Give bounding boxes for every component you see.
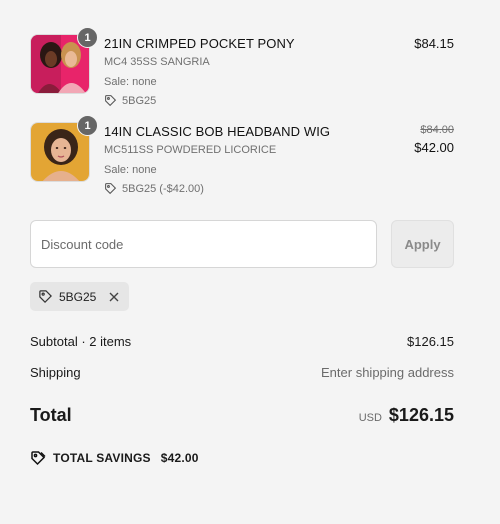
quantity-badge: 1 bbox=[77, 115, 98, 136]
savings-label: TOTAL SAVINGS bbox=[53, 451, 151, 465]
sale-info: Sale: none bbox=[104, 164, 157, 176]
product-name: 14IN CLASSIC BOB HEADBAND WIG bbox=[104, 124, 331, 139]
shipping-label: Shipping bbox=[30, 365, 81, 380]
tag-icon bbox=[39, 290, 52, 303]
applied-discount-line: 5BG25 (-$42.00) bbox=[104, 182, 330, 195]
applied-code-chip: 5BG25 bbox=[30, 282, 129, 311]
total-row: Total USD $126.15 bbox=[30, 405, 454, 426]
cart-item: 1 14IN CLASSIC BOB HEADBAND WIG MC511SS … bbox=[30, 115, 454, 198]
product-name: 21IN CRIMPED POCKET PONY bbox=[104, 36, 295, 51]
sale-info: Sale: none bbox=[104, 76, 157, 88]
close-icon[interactable] bbox=[108, 291, 120, 303]
savings-value: $42.00 bbox=[160, 451, 199, 465]
tag-icon bbox=[105, 95, 117, 107]
discount-code-text: 5BG25 (-$42.00) bbox=[122, 182, 204, 195]
currency-code: USD bbox=[358, 412, 382, 424]
product-variant: MC4 35SS SANGRIA bbox=[104, 56, 210, 68]
tag-icon bbox=[105, 183, 117, 195]
subtotal-label: Subtotal · 2 items bbox=[30, 334, 132, 349]
item-price: $42.00 bbox=[414, 140, 454, 155]
item-price: $84.15 bbox=[414, 36, 454, 51]
original-price: $84.00 bbox=[420, 124, 454, 136]
shipping-value: Enter shipping address bbox=[321, 365, 454, 380]
apply-button[interactable]: Apply bbox=[391, 220, 454, 268]
discount-code-text: 5BG25 bbox=[122, 94, 157, 107]
cart-item: 1 21IN CRIMPED POCKET PONY MC4 35SS SANG… bbox=[30, 27, 454, 108]
savings-tag-icon bbox=[31, 451, 46, 466]
applied-code-text: 5BG25 bbox=[59, 289, 97, 304]
subtotal-row: Subtotal · 2 items $126.15 bbox=[30, 334, 454, 349]
shipping-row: Shipping Enter shipping address bbox=[30, 365, 454, 380]
discount-code-input[interactable] bbox=[30, 220, 377, 268]
applied-discount-line: 5BG25 bbox=[104, 94, 295, 107]
total-value: $126.15 bbox=[388, 405, 454, 425]
product-variant: MC511SS POWDERED LICORICE bbox=[104, 144, 277, 156]
quantity-badge: 1 bbox=[77, 27, 98, 48]
subtotal-value: $126.15 bbox=[407, 334, 454, 349]
total-label: Total bbox=[30, 405, 72, 425]
total-savings: TOTAL SAVINGS $42.00 bbox=[30, 450, 199, 466]
